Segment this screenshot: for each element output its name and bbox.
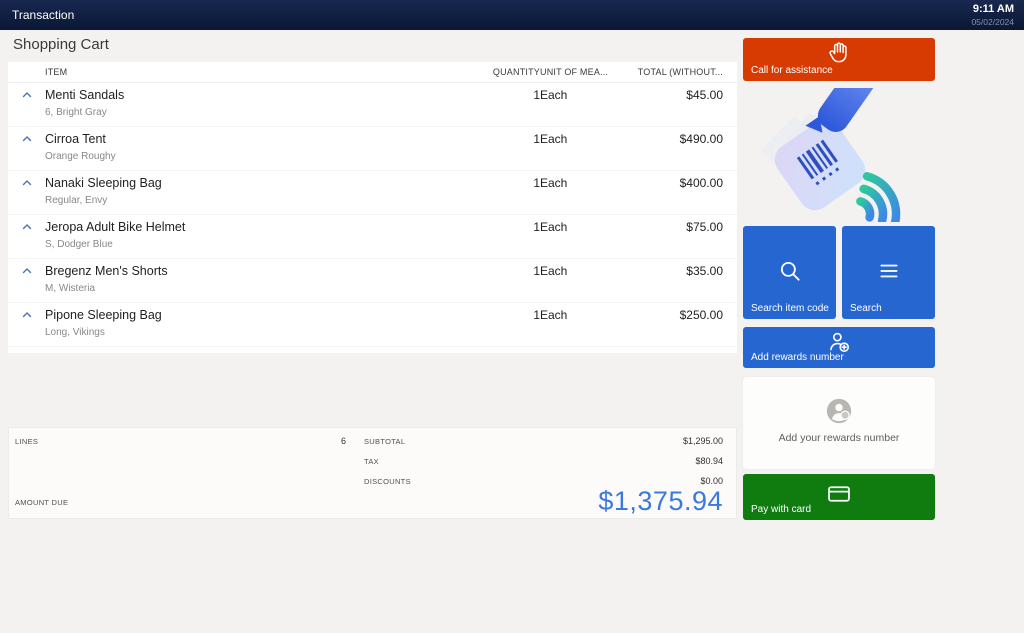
item-variant: Regular, Envy bbox=[45, 195, 108, 206]
rewards-placeholder-card: Add your rewards number bbox=[743, 377, 935, 469]
item-total: $400.00 bbox=[679, 176, 723, 190]
item-quantity: 1 bbox=[533, 220, 540, 234]
tax-value: $80.94 bbox=[695, 456, 723, 466]
amount-due-label: AMOUNT DUE bbox=[15, 498, 69, 507]
cart-rows: Menti Sandals 6, Bright Gray 1 Each $45.… bbox=[8, 83, 737, 347]
credit-card-icon bbox=[826, 481, 852, 510]
item-unit: Each bbox=[540, 308, 568, 322]
chevron-up-icon[interactable] bbox=[8, 309, 45, 321]
cart-row[interactable]: Pipone Sleeping Bag Long, Vikings 1 Each… bbox=[8, 303, 737, 347]
item-name: Menti Sandals bbox=[45, 88, 125, 102]
item-unit: Each bbox=[540, 220, 568, 234]
column-quantity: QUANTITY bbox=[492, 67, 540, 77]
cart-row[interactable]: Bregenz Men's Shorts M, Wisteria 1 Each … bbox=[8, 259, 737, 303]
chevron-up-icon[interactable] bbox=[8, 133, 45, 145]
person-badge-icon bbox=[825, 397, 853, 430]
add-rewards-number-button[interactable]: Add rewards number bbox=[743, 327, 935, 368]
cart-row[interactable]: Jeropa Adult Bike Helmet S, Dodger Blue … bbox=[8, 215, 737, 259]
lines-label: LINES bbox=[15, 437, 39, 446]
item-variant: M, Wisteria bbox=[45, 283, 95, 294]
column-unit: UNIT OF MEA... bbox=[540, 67, 609, 77]
cart-row[interactable]: Cirroa Tent Orange Roughy 1 Each $490.00 bbox=[8, 127, 737, 171]
item-unit: Each bbox=[540, 264, 568, 278]
chevron-up-icon[interactable] bbox=[8, 89, 45, 101]
rewards-placeholder-text: Add your rewards number bbox=[778, 432, 900, 444]
subtotal-value: $1,295.00 bbox=[682, 436, 723, 446]
column-item: ITEM bbox=[45, 67, 68, 77]
subtotal-label: SUBTOTAL bbox=[364, 437, 406, 446]
item-unit: Each bbox=[540, 132, 568, 146]
search-label: Search bbox=[850, 303, 882, 314]
lines-value: 6 bbox=[340, 436, 346, 446]
call-for-assistance-label: Call for assistance bbox=[751, 65, 833, 76]
item-total: $45.00 bbox=[686, 88, 723, 102]
pay-with-card-label: Pay with card bbox=[751, 504, 812, 515]
item-name: Cirroa Tent bbox=[45, 132, 106, 146]
view-title: Transaction bbox=[12, 8, 75, 22]
item-quantity: 1 bbox=[533, 176, 540, 190]
clock-time: 9:11 AM bbox=[972, 3, 1014, 16]
clock-date: 05/02/2024 bbox=[971, 16, 1014, 27]
app-top-bar: Transaction 9:11 AM 05/02/2024 bbox=[0, 0, 1024, 30]
shopping-cart-list: ITEM QUANTITY UNIT OF MEA... TOTAL (WITH… bbox=[8, 62, 737, 353]
item-variant: Long, Vikings bbox=[45, 327, 105, 338]
search-item-code-button[interactable]: Search item code bbox=[743, 226, 836, 319]
item-quantity: 1 bbox=[533, 88, 540, 102]
item-name: Jeropa Adult Bike Helmet bbox=[45, 220, 186, 234]
cart-row[interactable]: Nanaki Sleeping Bag Regular, Envy 1 Each… bbox=[8, 171, 737, 215]
chevron-up-icon[interactable] bbox=[8, 265, 45, 277]
item-variant: Orange Roughy bbox=[45, 151, 116, 162]
item-quantity: 1 bbox=[533, 132, 540, 146]
column-total: TOTAL (WITHOUT... bbox=[637, 67, 723, 77]
item-quantity: 1 bbox=[533, 264, 540, 278]
pay-with-card-button[interactable]: Pay with card bbox=[743, 474, 935, 520]
item-quantity: 1 bbox=[533, 308, 540, 322]
discounts-label: DISCOUNTS bbox=[364, 477, 411, 486]
search-icon bbox=[777, 258, 803, 287]
search-item-code-label: Search item code bbox=[751, 303, 829, 314]
page-title: Shopping Cart bbox=[13, 36, 109, 53]
item-unit: Each bbox=[540, 176, 568, 190]
cart-row[interactable]: Menti Sandals 6, Bright Gray 1 Each $45.… bbox=[8, 83, 737, 127]
item-unit: Each bbox=[540, 88, 568, 102]
item-total: $250.00 bbox=[679, 308, 723, 322]
item-variant: S, Dodger Blue bbox=[45, 239, 113, 250]
tax-label: TAX bbox=[364, 457, 379, 466]
item-name: Bregenz Men's Shorts bbox=[45, 264, 168, 278]
clock: 9:11 AM 05/02/2024 bbox=[971, 3, 1014, 26]
search-button[interactable]: Search bbox=[842, 226, 935, 319]
item-name: Nanaki Sleeping Bag bbox=[45, 176, 162, 190]
list-icon bbox=[876, 258, 902, 287]
item-total: $490.00 bbox=[679, 132, 723, 146]
scan-item-illustration bbox=[745, 61, 935, 229]
item-total: $75.00 bbox=[686, 220, 723, 234]
discounts-value: $0.00 bbox=[700, 476, 723, 486]
add-rewards-number-label: Add rewards number bbox=[751, 352, 844, 363]
item-variant: 6, Bright Gray bbox=[45, 107, 107, 118]
amount-due-value: $1,375.94 bbox=[598, 486, 723, 516]
item-total: $35.00 bbox=[686, 264, 723, 278]
chevron-up-icon[interactable] bbox=[8, 177, 45, 189]
chevron-up-icon[interactable] bbox=[8, 221, 45, 233]
call-for-assistance-button[interactable]: Call for assistance bbox=[743, 38, 935, 81]
totals-panel: LINES 6 SUBTOTAL TAX DISCOUNTS $1,295.00… bbox=[8, 427, 737, 519]
item-name: Pipone Sleeping Bag bbox=[45, 308, 162, 322]
cart-header-row: ITEM QUANTITY UNIT OF MEA... TOTAL (WITH… bbox=[8, 62, 737, 83]
